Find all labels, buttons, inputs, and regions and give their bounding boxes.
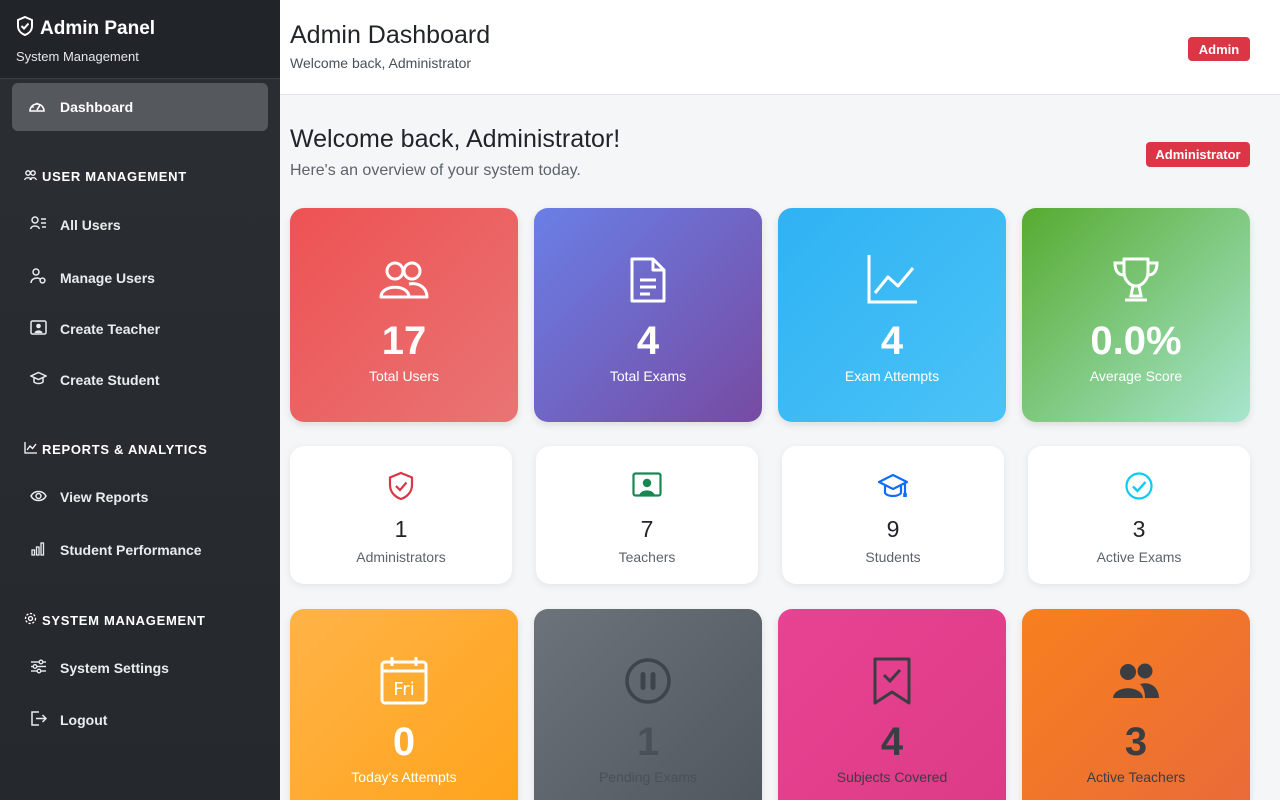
logout-icon (30, 711, 60, 729)
stat-label: Teachers (618, 549, 676, 565)
stat-value: 17 (381, 319, 427, 363)
shield-check-icon (388, 470, 414, 502)
section-reports-analytics: REPORTS & ANALYTICS (24, 442, 207, 457)
stat-value: 1 (394, 516, 408, 542)
nav-item-label: Create Student (60, 372, 160, 388)
stat-label: Today's Attempts (351, 769, 457, 785)
brand-title-text: Admin Panel (40, 18, 156, 39)
stat-label: Subjects Covered (836, 769, 948, 785)
nav-item-all-users[interactable]: All Users (30, 216, 121, 233)
stat-label: Active Teachers (1086, 769, 1186, 785)
nav-item-label: Manage Users (60, 269, 155, 286)
stat-value: 4 (880, 319, 904, 363)
stat-value: 3 (1124, 720, 1148, 764)
stat-label: Students (865, 549, 921, 565)
stat-value: 0.0% (1090, 319, 1182, 363)
stat-value: 3 (1132, 516, 1146, 542)
nav-item-logout[interactable]: Logout (30, 711, 107, 729)
nav-item-label: Dashboard (60, 99, 134, 115)
section-user-management: USER MANAGEMENT (24, 169, 187, 184)
users-icon (379, 256, 429, 304)
pause-circle-icon (623, 657, 673, 705)
stat-label: Exam Attempts (844, 368, 940, 384)
stat-label: Pending Exams (598, 769, 698, 785)
sliders-icon (30, 659, 60, 677)
stat-value: 7 (640, 516, 654, 542)
brand-title: Admin Panel (16, 15, 264, 42)
nav-item-label: System Settings (60, 660, 169, 676)
stat-label: Average Score (1089, 368, 1183, 384)
gear-icon (24, 612, 42, 628)
nav-item-view-reports[interactable]: View Reports (30, 489, 148, 505)
stat-card-students[interactable]: 9 Students (782, 446, 1004, 584)
administrator-badge: Administrator (1146, 142, 1250, 167)
page-subtitle: Welcome back, Administrator (290, 55, 472, 71)
teacher-icon (632, 470, 662, 502)
stat-card-exam-attempts[interactable]: 4 Exam Attempts (778, 208, 1006, 422)
stat-card-administrators[interactable]: 1 Administrators (290, 446, 512, 584)
people-fill-icon (1111, 657, 1161, 705)
sidebar: Admin Panel System Management Dashboard … (0, 0, 280, 800)
user-gear-icon (30, 268, 60, 287)
nav-item-label: All Users (60, 216, 121, 233)
calendar-day-text: Fri (393, 679, 414, 700)
top-header: Admin Dashboard Welcome back, Administra… (280, 0, 1280, 95)
nav-item-dashboard[interactable]: Dashboard (12, 83, 268, 131)
stat-card-total-users[interactable]: 17 Total Users (290, 208, 518, 422)
stat-card-active-teachers[interactable]: 3 Active Teachers (1022, 609, 1250, 800)
nav-item-label: Student Performance (60, 542, 202, 558)
section-title: SYSTEM MANAGEMENT (42, 612, 206, 628)
section-title: USER MANAGEMENT (42, 169, 187, 184)
nav-item-system-settings[interactable]: System Settings (30, 659, 169, 677)
stat-card-todays-attempts[interactable]: Fri 0 Today's Attempts (290, 609, 518, 800)
nav-item-label: View Reports (60, 489, 149, 505)
role-badge: Admin (1188, 37, 1250, 61)
stat-value: 0 (392, 720, 416, 764)
brand-subtitle: System Management (16, 49, 139, 64)
nav-item-label: Logout (60, 712, 108, 728)
check-circle-icon (1124, 470, 1154, 502)
page-title: Admin Dashboard (290, 21, 491, 49)
stat-card-active-exams[interactable]: 3 Active Exams (1028, 446, 1250, 584)
stat-card-teachers[interactable]: 7 Teachers (536, 446, 758, 584)
stat-card-pending-exams[interactable]: 1 Pending Exams (534, 609, 762, 800)
bookmark-check-icon (872, 657, 912, 705)
user-list-icon (30, 216, 60, 233)
people-icon (24, 169, 42, 184)
teacher-icon (30, 320, 60, 338)
stat-card-average-score[interactable]: 0.0% Average Score (1022, 208, 1250, 422)
eye-icon (30, 489, 60, 505)
stat-label: Total Users (368, 368, 440, 384)
stat-value: 1 (636, 720, 660, 764)
stat-value: 9 (886, 516, 900, 542)
welcome-title: Welcome back, Administrator! (290, 125, 621, 153)
nav-item-create-student[interactable]: Create Student (29, 371, 160, 389)
calendar-icon: Fri (379, 657, 429, 705)
stat-card-total-exams[interactable]: 4 Total Exams (534, 208, 762, 422)
graduation-cap-icon (877, 470, 909, 502)
stat-label: Total Exams (609, 368, 687, 384)
trophy-icon (1111, 256, 1161, 304)
bar-chart-icon (30, 541, 60, 559)
stat-value: 4 (880, 720, 904, 764)
welcome-subtitle: Here's an overview of your system today. (290, 162, 581, 179)
section-title: REPORTS & ANALYTICS (42, 442, 208, 457)
nav-item-label: Create Teacher (60, 321, 161, 337)
nav-item-manage-users[interactable]: Manage Users (30, 268, 155, 287)
nav-item-create-teacher[interactable]: Create Teacher (30, 320, 160, 338)
graduation-cap-icon (29, 371, 60, 389)
line-chart-icon (24, 442, 42, 457)
document-icon (629, 256, 667, 304)
stat-card-subjects-covered[interactable]: 4 Subjects Covered (778, 609, 1006, 800)
stat-label: Administrators (356, 549, 446, 565)
brand: Admin Panel System Management (0, 0, 280, 79)
nav-item-student-performance[interactable]: Student Performance (30, 541, 202, 559)
line-chart-icon (867, 255, 917, 304)
section-system-management: SYSTEM MANAGEMENT (24, 612, 206, 628)
stat-value: 4 (636, 319, 660, 363)
speedometer-icon (28, 99, 60, 116)
stat-label: Active Exams (1096, 549, 1182, 565)
shield-check-icon (16, 15, 40, 42)
